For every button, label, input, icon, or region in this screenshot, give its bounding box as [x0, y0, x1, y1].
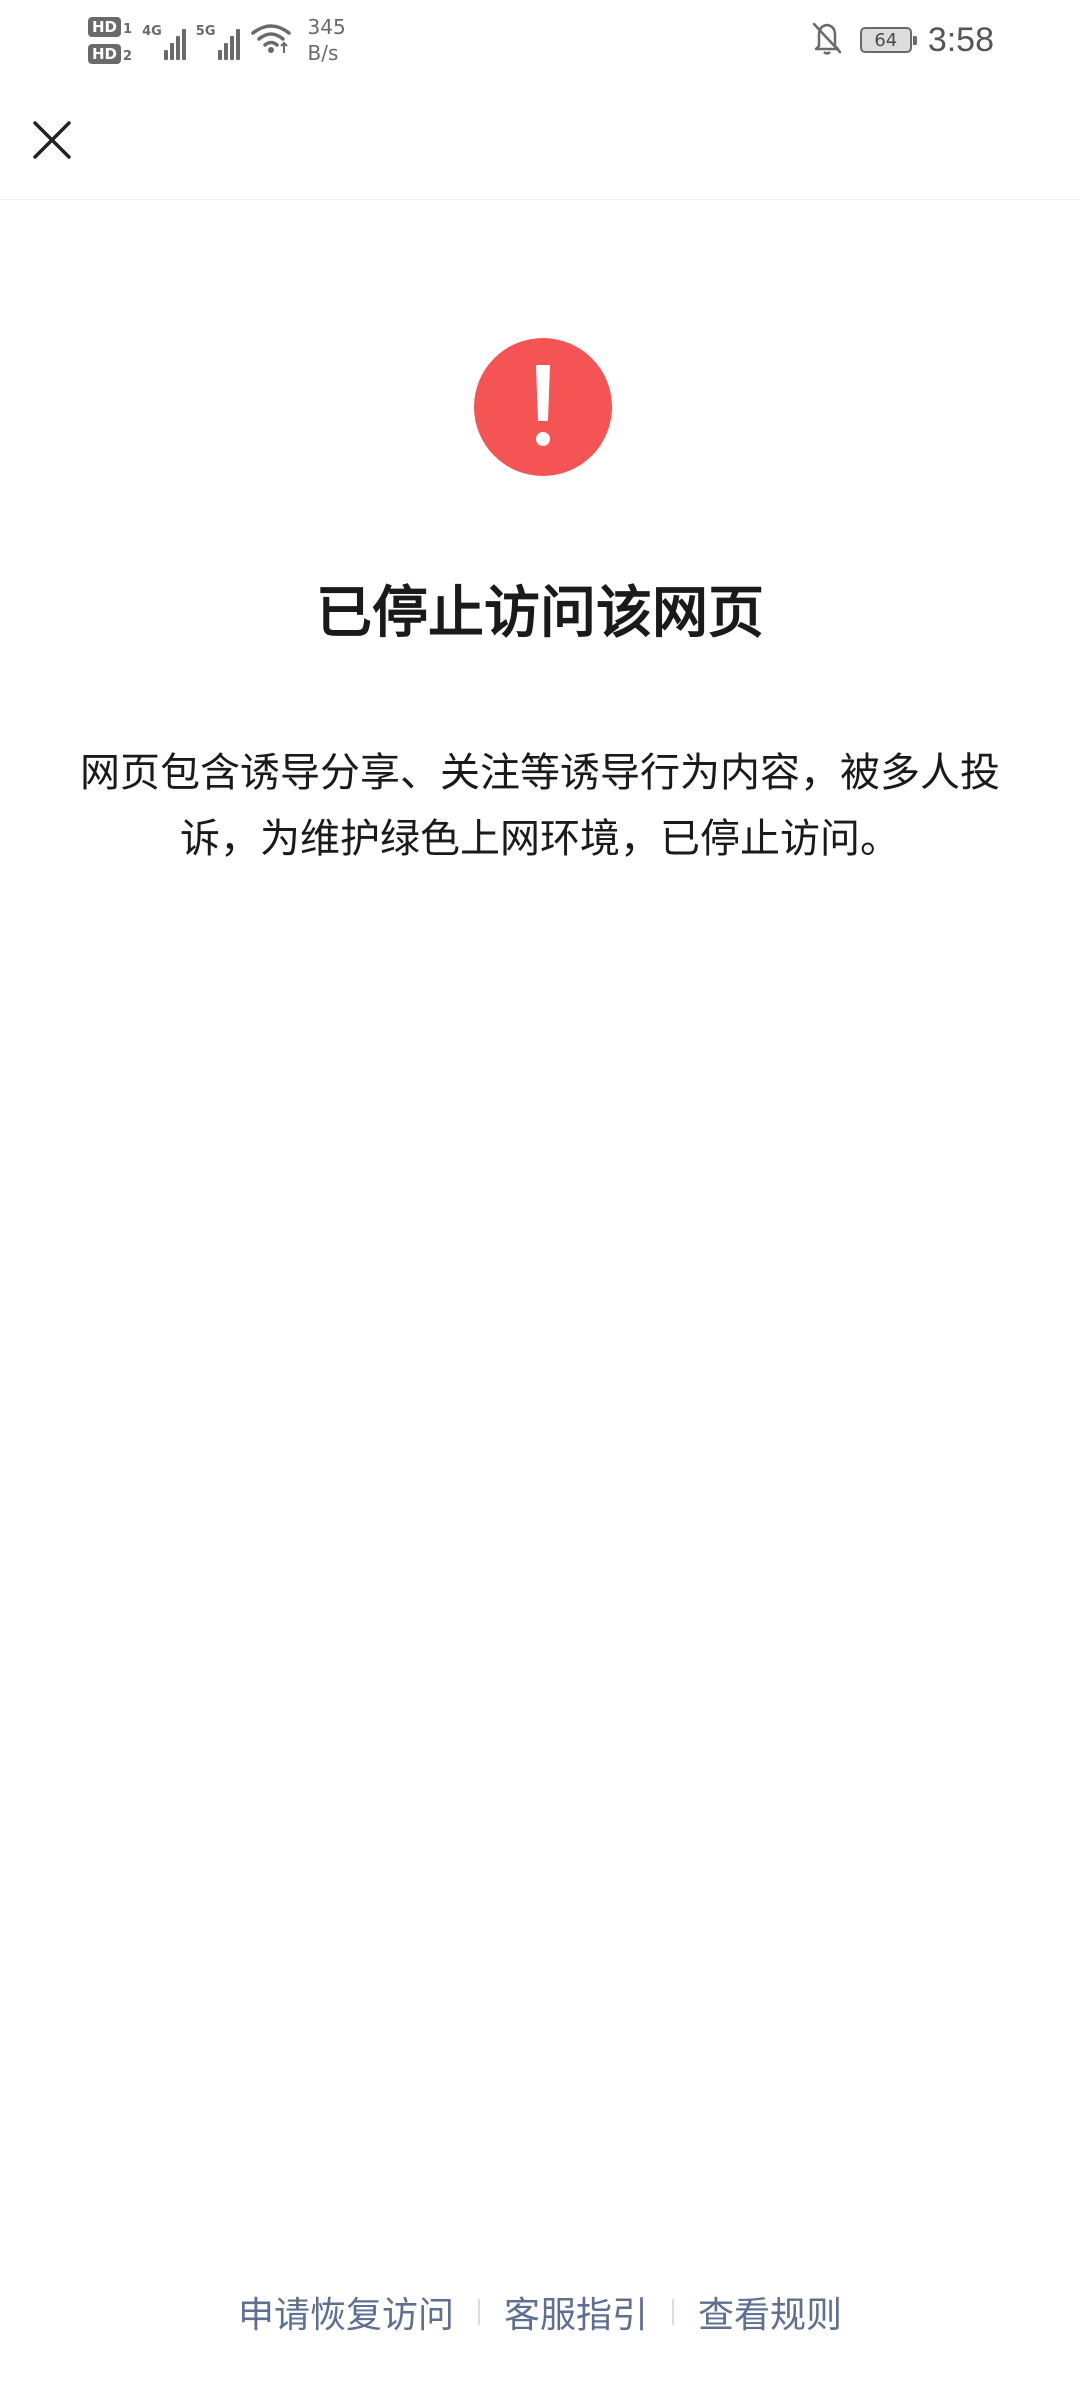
- hd-label: HD: [88, 16, 122, 37]
- view-rules-link[interactable]: 查看规则: [694, 2286, 846, 2338]
- status-bar: HD 1 HD 2 4G 5G 345 B/s 64 3:58: [0, 0, 1080, 80]
- hd-label: HD: [88, 43, 122, 64]
- speed-unit: B/s: [307, 41, 339, 65]
- status-bar-left: HD 1 HD 2 4G 5G 345 B/s: [88, 8, 346, 72]
- close-icon: [33, 121, 71, 159]
- link-divider: [477, 2299, 480, 2325]
- battery-icon: 64: [859, 27, 917, 53]
- customer-service-link[interactable]: 客服指引: [500, 2286, 652, 2338]
- wifi-icon: [250, 21, 292, 59]
- page-title: 已停止访问该网页: [316, 581, 764, 646]
- clock: 3:58: [927, 20, 994, 59]
- link-divider: [672, 2299, 674, 2325]
- nav-bar: [0, 80, 1080, 200]
- close-button[interactable]: [20, 108, 84, 172]
- network-type: 4G: [142, 24, 162, 39]
- sim-index: 2: [123, 49, 133, 64]
- exclamation-icon: [474, 338, 612, 476]
- bell-muted-icon: [810, 20, 844, 60]
- block-reason-text: 网页包含诱导分享、关注等诱导行为内容，被多人投诉，为维护绿色上网环境，已停止访问…: [80, 750, 1000, 862]
- signal-icon-sim2: 5G: [196, 20, 240, 60]
- blocked-page: HD 1 HD 2 4G 5G 345 B/s 64 3:58 已停止访问该网页…: [0, 0, 1080, 2400]
- status-bar-right: 64 3:58: [810, 14, 994, 66]
- request-restore-link[interactable]: 申请恢复访问: [234, 2286, 458, 2338]
- footer-links: 申请恢复访问 客服指引 查看规则: [0, 2282, 1080, 2342]
- hd-badge-sim2: HD 2: [88, 43, 132, 64]
- battery-level: 64: [874, 29, 898, 51]
- speed-value: 345: [307, 15, 346, 39]
- network-type: 5G: [195, 24, 216, 39]
- hd-indicators: HD 1 HD 2: [88, 16, 132, 64]
- signal-icon-sim1: 4G: [142, 20, 186, 60]
- hd-badge-sim1: HD 1: [88, 16, 132, 37]
- sim-index: 1: [123, 22, 133, 37]
- network-speed: 345 B/s: [308, 14, 346, 66]
